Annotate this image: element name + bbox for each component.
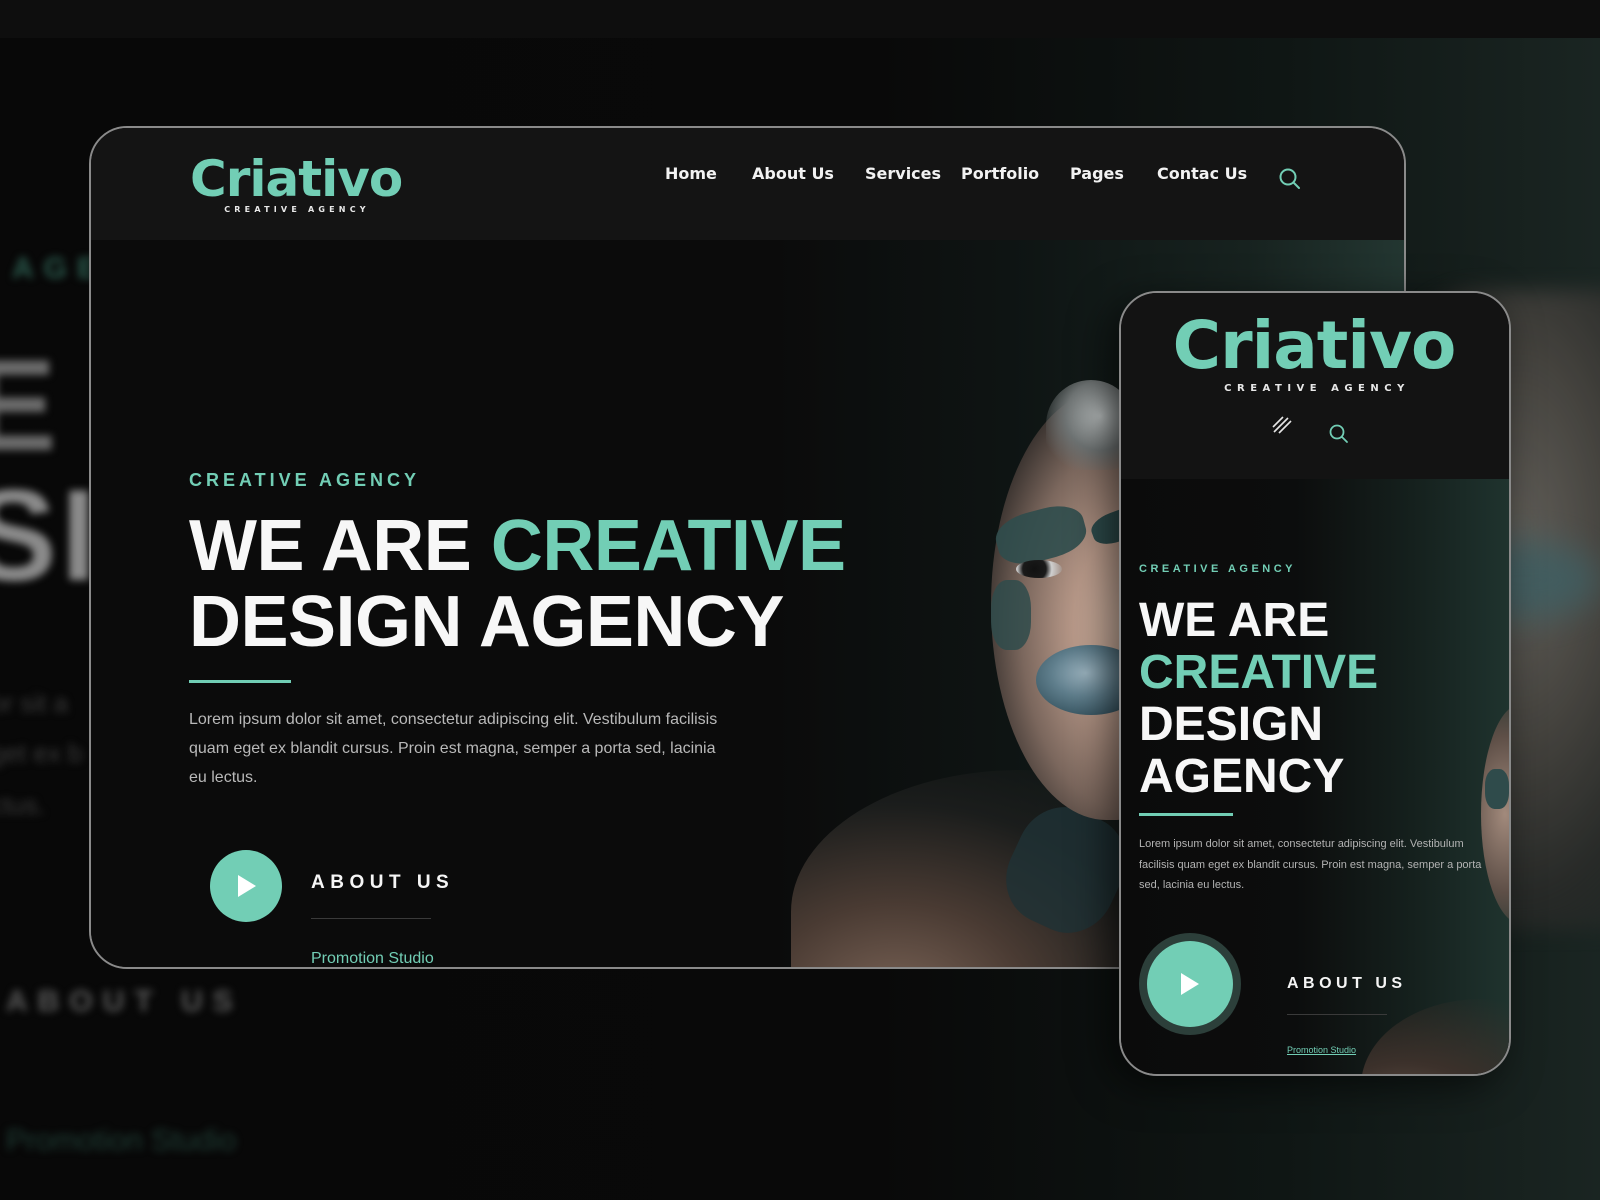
about-divider [1287, 1014, 1387, 1015]
backdrop-promo: Promotion Studio [6, 1124, 237, 1157]
nav-item-about-us[interactable]: About Us [752, 164, 834, 183]
photo-eye [1016, 560, 1062, 578]
nav-item-contact-us[interactable]: Contac Us [1157, 164, 1247, 183]
backdrop-desc-2: get ex b [0, 738, 83, 768]
mobile-logo[interactable]: Criativo CREATIVE AGENCY [1169, 313, 1459, 394]
photo-shoulder [1361, 999, 1509, 1074]
hero-title-line3: DESIGN [1139, 698, 1324, 751]
about-us-link[interactable]: ABOUT US [311, 872, 454, 894]
about-divider [311, 918, 431, 919]
photo-face-paint [991, 580, 1031, 650]
hero-title-line1: WE ARE [1139, 594, 1330, 647]
nav-item-portfolio[interactable]: Portfolio [961, 164, 1039, 183]
play-icon [1181, 973, 1199, 995]
hero-title-accent: CREATIVE [490, 506, 846, 586]
hero-title: WE ARE CREATIVE DESIGN AGENCY [189, 508, 846, 660]
hero-accent-rule [1139, 813, 1233, 816]
promotion-studio-link[interactable]: Promotion Studio [311, 950, 434, 967]
backdrop-desc-1: or sit a [0, 688, 69, 718]
mobile-navbar: Criativo CREATIVE AGENCY [1121, 293, 1509, 479]
search-icon[interactable] [1277, 166, 1303, 192]
desktop-navbar: Criativo CREATIVE AGENCY Home About Us S… [91, 128, 1404, 240]
play-button[interactable] [210, 850, 282, 922]
hero-title: WE ARE CREATIVE DESIGN AGENCY [1139, 595, 1378, 803]
backdrop-about: ABOUT US [6, 985, 243, 1018]
hero-title-line4: AGENCY [1139, 750, 1345, 803]
photo-face-paint [1485, 769, 1509, 809]
promotion-studio-link[interactable]: Promotion Studio [1287, 1045, 1356, 1055]
hero-title-line2: DESIGN AGENCY [189, 582, 784, 662]
search-icon[interactable] [1328, 423, 1350, 445]
logo-tagline: CREATIVE AGENCY [1224, 383, 1410, 394]
hero-description: Lorem ipsum dolor sit amet, consectetur … [189, 711, 718, 786]
desktop-logo[interactable]: Criativo CREATIVE AGENCY [190, 150, 403, 214]
backdrop-top-band [0, 0, 1600, 38]
mobile-hero: CREATIVE AGENCY WE ARE CREATIVE DESIGN A… [1121, 479, 1509, 1074]
hero-eyebrow: CREATIVE AGENCY [1139, 563, 1297, 575]
nav-item-home[interactable]: Home [665, 164, 717, 183]
mobile-mockup: Criativo CREATIVE AGENCY CREATIVE AGENCY… [1119, 291, 1511, 1076]
nav-item-services[interactable]: Services [865, 164, 941, 183]
play-button[interactable] [1147, 941, 1233, 1027]
about-us-link[interactable]: ABOUT US [1287, 975, 1407, 993]
backdrop-title-2: SI [0, 462, 101, 608]
hero-title-accent: CREATIVE [1139, 646, 1379, 699]
nav-item-pages[interactable]: Pages [1070, 164, 1124, 183]
logo-wordmark: Criativo [1172, 307, 1457, 384]
hero-eyebrow: CREATIVE AGENCY [189, 470, 421, 490]
logo-wordmark: Criativo [190, 150, 403, 208]
play-icon [238, 875, 256, 897]
hero-title-white: WE ARE [189, 506, 491, 586]
hero-accent-rule [189, 680, 291, 683]
hero-description: Lorem ipsum dolor sit amet, consectetur … [1139, 838, 1482, 891]
menu-icon[interactable] [1271, 415, 1293, 435]
backdrop-desc-3: ctus. [0, 790, 45, 820]
